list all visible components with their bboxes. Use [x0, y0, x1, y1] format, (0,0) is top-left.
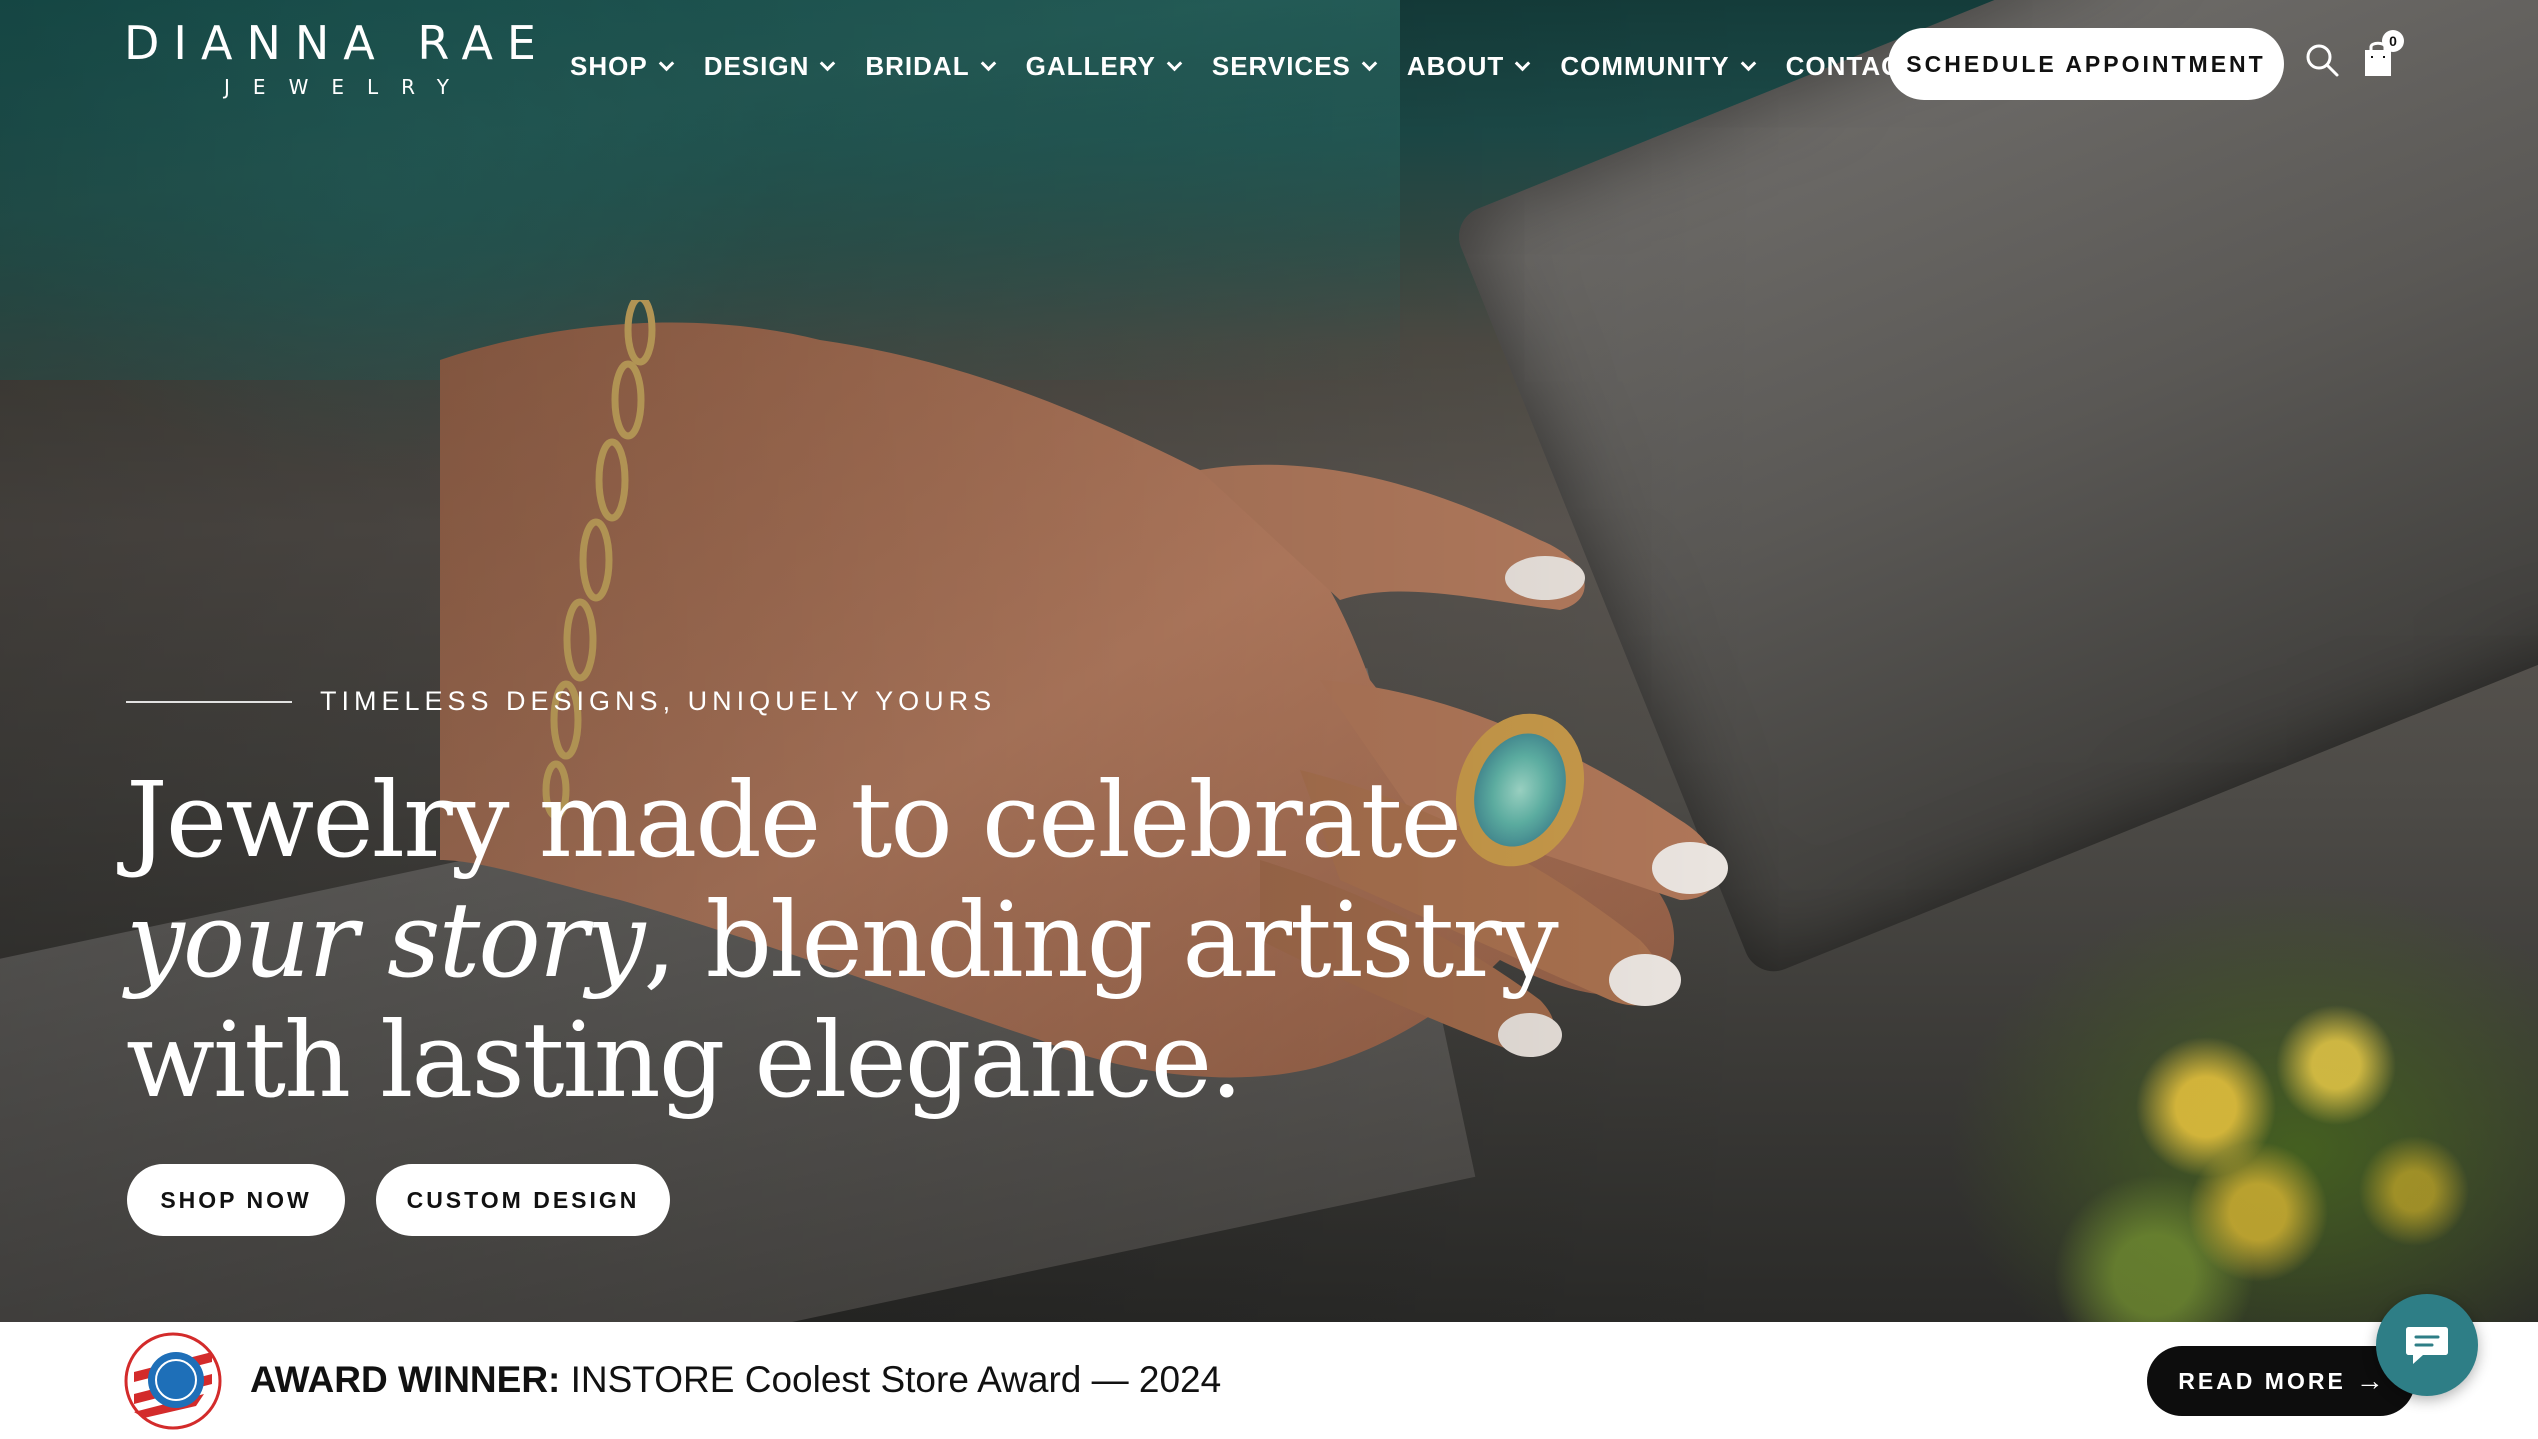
nav-item-gallery[interactable]: GALLERY: [1025, 46, 1183, 86]
nav-item-label: BRIDAL: [865, 50, 970, 81]
award-bar: AWARD WINNER: INSTORE Coolest Store Awar…: [0, 1322, 2538, 1439]
chevron-down-icon: [820, 55, 836, 71]
site-logo[interactable]: DIANNA RAE JEWELRY: [124, 18, 544, 102]
award-prefix: AWARD WINNER:: [250, 1359, 561, 1400]
award-badge-icon: [124, 1332, 222, 1430]
nav-item-label: GALLERY: [1025, 50, 1156, 81]
chat-bubble-icon: [2406, 1327, 2448, 1364]
search-icon[interactable]: [2304, 42, 2340, 78]
nav-item-about[interactable]: ABOUT: [1406, 46, 1531, 86]
nav-item-label: SERVICES: [1211, 50, 1351, 81]
eyebrow-text: TIMELESS DESIGNS, UNIQUELY YOURS: [320, 686, 997, 716]
chevron-down-icon: [980, 55, 996, 71]
headline-line-1: Jewelry made to celebrate: [126, 759, 1462, 881]
logo-main-text: DIANNA RAE: [124, 16, 550, 70]
eyebrow-divider: [126, 700, 292, 703]
custom-design-button[interactable]: CUSTOM DESIGN: [376, 1164, 670, 1236]
chevron-down-icon: [1515, 55, 1531, 71]
headline-line-2-rest: , blending artistry: [643, 879, 1558, 1001]
hero-eyebrow: TIMELESS DESIGNS, UNIQUELY YOURS: [126, 686, 996, 717]
chevron-down-icon: [658, 55, 674, 71]
nav-item-services[interactable]: SERVICES: [1211, 46, 1378, 86]
chat-button[interactable]: [2376, 1294, 2478, 1396]
read-more-button[interactable]: READ MORE →: [2147, 1346, 2415, 1416]
award-text: AWARD WINNER: INSTORE Coolest Store Awar…: [250, 1358, 1221, 1402]
chevron-down-icon: [1166, 55, 1183, 71]
award-description: INSTORE Coolest Store Award — 2024: [560, 1359, 1222, 1400]
nav-item-label: ABOUT: [1406, 50, 1505, 81]
hero-headline: Jewelry made to celebrate your story, bl…: [126, 760, 1626, 1120]
nav-item-label: COMMUNITY: [1560, 50, 1730, 81]
cart-count-badge: 0: [2382, 30, 2404, 52]
nav-item-bridal[interactable]: BRIDAL: [865, 46, 996, 86]
nav-item-label: DESIGN: [703, 50, 810, 81]
headline-line-3: with lasting elegance.: [126, 999, 1243, 1121]
logo-sub-text: JEWELRY: [224, 75, 472, 99]
chevron-down-icon: [1361, 55, 1378, 71]
hero-overlay: [0, 0, 2538, 1322]
nav-item-design[interactable]: DESIGN: [703, 46, 836, 86]
shop-now-button[interactable]: SHOP NOW: [127, 1164, 345, 1236]
headline-italic: your story: [126, 879, 645, 1001]
schedule-appointment-button[interactable]: SCHEDULE APPOINTMENT: [1888, 28, 2284, 100]
headline-line-2: your story, blending artistry: [126, 880, 1626, 1000]
arrow-right-icon: →: [2355, 1365, 2384, 1396]
main-nav: SHOP DESIGN BRIDAL GALLERY SERVICES ABOU…: [570, 46, 1950, 86]
nav-item-shop[interactable]: SHOP: [570, 46, 674, 86]
chevron-down-icon: [1740, 55, 1756, 71]
nav-item-label: SHOP: [570, 50, 648, 81]
read-more-label: READ MORE: [2178, 1367, 2346, 1394]
hero-section: [0, 0, 2538, 1322]
nav-item-community[interactable]: COMMUNITY: [1560, 46, 1756, 86]
